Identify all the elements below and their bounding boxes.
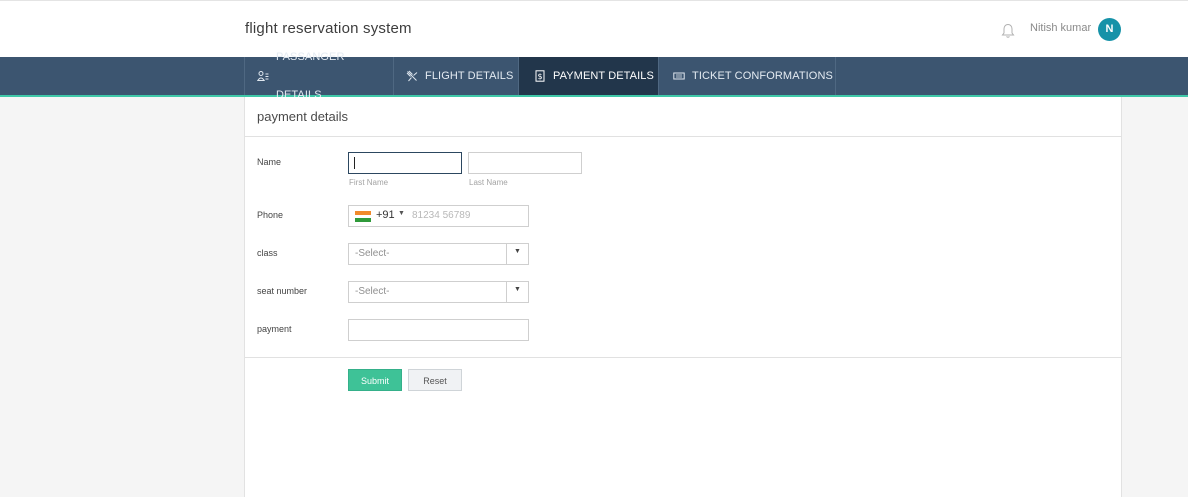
tab-payment-details[interactable]: $ PAYMENT DETAILS — [519, 57, 659, 95]
bell-icon[interactable] — [1001, 23, 1015, 39]
tab-label: PAYMENT DETAILS — [553, 70, 654, 82]
avatar[interactable]: N — [1098, 18, 1121, 41]
seat-number-label: seat number — [257, 286, 308, 296]
seat-dropdown-button[interactable]: ▼ — [506, 282, 528, 302]
payment-input[interactable] — [348, 319, 529, 341]
payment-icon: $ — [535, 70, 545, 82]
tab-label: FLIGHT DETAILS — [425, 70, 514, 82]
chevron-down-icon: ▼ — [514, 248, 521, 255]
phone-label: Phone — [257, 210, 284, 220]
first-name-hint: First Name — [349, 178, 389, 187]
tab-bar: PASSANGER DETAILS FLIGHT DETAILS $ PAYME… — [0, 51, 1188, 101]
ticket-icon — [673, 72, 685, 80]
svg-text:$: $ — [537, 72, 542, 81]
divider — [245, 357, 1122, 358]
tab-flight-details[interactable]: FLIGHT DETAILS — [394, 57, 519, 95]
text-caret — [354, 157, 355, 169]
payment-label: payment — [257, 324, 292, 334]
tab-passenger-details[interactable]: PASSANGER DETAILS — [244, 51, 394, 101]
passenger-icon — [257, 71, 269, 81]
flight-icon — [406, 70, 418, 82]
tab-ticket-conformations[interactable]: TICKET CONFORMATIONS — [659, 57, 836, 95]
first-name-input[interactable] — [348, 152, 462, 174]
divider — [245, 136, 1122, 137]
app-title: flight reservation system — [245, 20, 412, 37]
phone-field[interactable]: +91 ▼ 81234 56789 — [348, 205, 529, 227]
reset-button[interactable]: Reset — [408, 369, 462, 391]
last-name-input[interactable] — [468, 152, 582, 174]
phone-placeholder: 81234 56789 — [412, 210, 471, 221]
top-header: flight reservation system Nitish kumar N — [0, 0, 1188, 57]
last-name-hint: Last Name — [469, 178, 508, 187]
class-dropdown-button[interactable]: ▼ — [506, 244, 528, 264]
user-name[interactable]: Nitish kumar — [1030, 22, 1091, 34]
chevron-down-icon[interactable]: ▼ — [398, 210, 405, 217]
india-flag-icon[interactable] — [355, 211, 371, 222]
seat-selected-value: -Select- — [355, 286, 390, 297]
payment-form-panel: payment details Name First Name Last Nam… — [244, 97, 1122, 497]
tab-label: TICKET CONFORMATIONS — [692, 70, 833, 82]
country-code[interactable]: +91 — [376, 209, 395, 221]
class-label: class — [257, 248, 278, 258]
submit-button[interactable]: Submit — [348, 369, 402, 391]
class-selected-value: -Select- — [355, 248, 390, 259]
seat-number-select[interactable]: -Select- ▼ — [348, 281, 529, 303]
chevron-down-icon: ▼ — [514, 286, 521, 293]
page-title: payment details — [257, 109, 349, 124]
name-label: Name — [257, 157, 282, 167]
class-select[interactable]: -Select- ▼ — [348, 243, 529, 265]
